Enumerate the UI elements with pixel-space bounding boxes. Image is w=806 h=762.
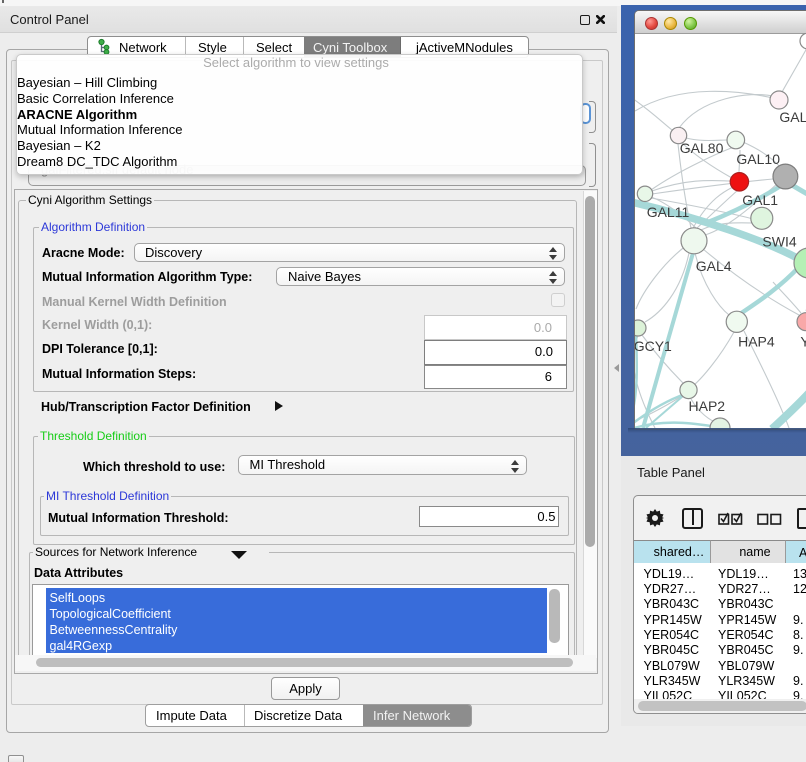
svg-text:GAL80: GAL80 xyxy=(679,140,723,156)
svg-text:GAL10: GAL10 xyxy=(736,151,780,167)
svg-text:GCY1: GCY1 xyxy=(635,338,672,354)
svg-text:HAP2: HAP2 xyxy=(688,398,725,414)
svg-text:GAL11: GAL11 xyxy=(646,204,689,220)
svg-text:GAL4: GAL4 xyxy=(695,258,731,274)
svg-text:GAL2: GAL2 xyxy=(779,109,806,125)
svg-text:GAL1: GAL1 xyxy=(742,192,778,208)
svg-text:YIL: YIL xyxy=(800,334,806,350)
svg-text:SWI4: SWI4 xyxy=(762,234,796,250)
svg-text:HAP4: HAP4 xyxy=(738,334,775,350)
